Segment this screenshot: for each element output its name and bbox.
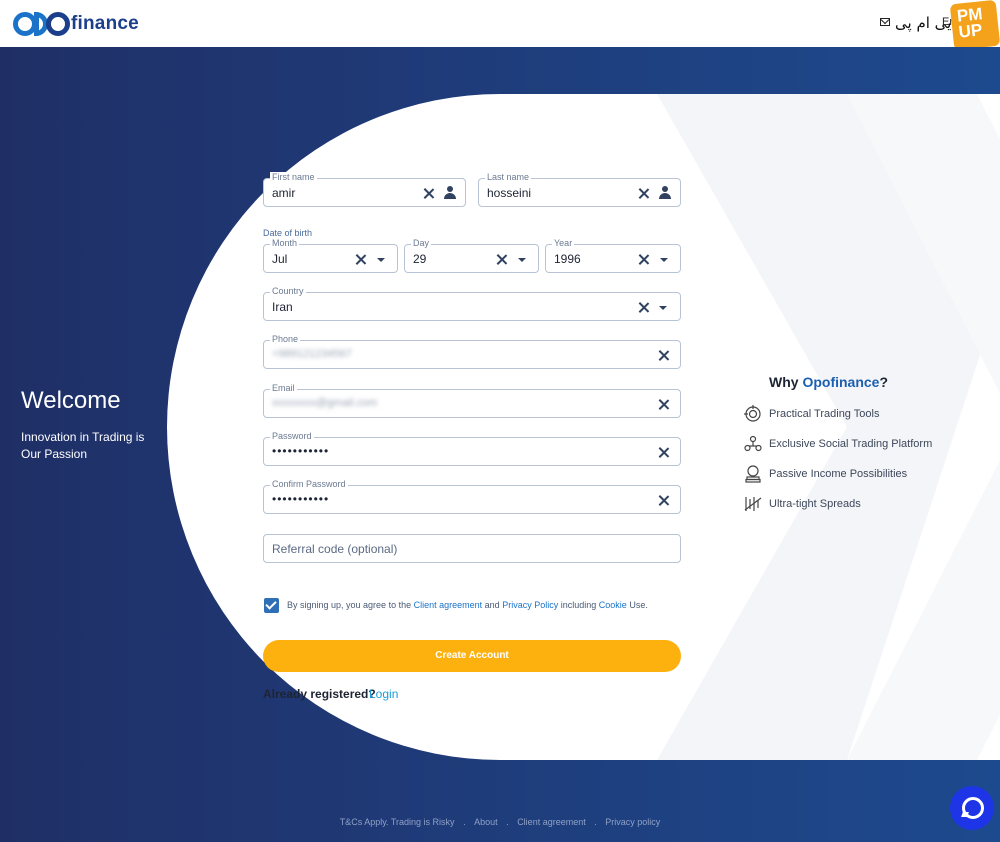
card-decoration [657, 94, 1000, 760]
target-tools-icon [744, 405, 761, 422]
footer-privacy-policy-link[interactable]: Privacy policy [605, 817, 660, 827]
first-name-label: First name [270, 172, 317, 183]
why-item-label: Practical Trading Tools [769, 408, 880, 420]
person-icon [659, 186, 671, 199]
phone-value: +989121234567 [272, 348, 352, 360]
why-item-label: Ultra-tight Spreads [769, 498, 861, 510]
email-field[interactable]: Email xxxxxxxx@gmail.com [263, 383, 681, 418]
why-title: Why Opofinance? [769, 374, 888, 390]
country-label: Country [270, 286, 306, 297]
email-value: xxxxxxxx@gmail.com [272, 397, 378, 409]
first-name-field[interactable]: First name amir [263, 172, 466, 207]
chevron-down-icon[interactable] [377, 258, 385, 262]
privacy-policy-link[interactable]: Privacy Policy [502, 600, 558, 610]
person-icon [444, 186, 456, 199]
last-name-label: Last name [485, 172, 532, 183]
year-select[interactable]: Year 1996 [545, 238, 681, 273]
why-title-brand: Opofinance [802, 374, 880, 390]
watermark-badge: PM UP [949, 0, 1000, 51]
day-label: Day [411, 238, 432, 249]
password-label: Password [270, 431, 314, 442]
day-select[interactable]: Day 29 [404, 238, 539, 273]
password-value: ••••••••••• [272, 444, 330, 458]
already-registered-text: Already registered? [263, 687, 376, 701]
welcome-title: Welcome [21, 387, 121, 414]
mail-icon[interactable] [880, 18, 890, 26]
why-item: Practical Trading Tools [744, 405, 879, 423]
password-field[interactable]: Password ••••••••••• [263, 431, 681, 466]
clear-icon[interactable] [658, 350, 669, 361]
why-item-label: Passive Income Possibilities [769, 468, 908, 480]
why-title-prefix: Why [769, 374, 799, 390]
clear-icon[interactable] [496, 254, 507, 265]
why-title-suffix: ? [879, 374, 889, 390]
year-value: 1996 [554, 252, 581, 266]
email-label: Email [270, 383, 297, 394]
referral-placeholder: Referral code (optional) [272, 542, 398, 556]
clear-icon[interactable] [658, 447, 669, 458]
logo-letter-o2-icon [46, 12, 70, 36]
why-item: Exclusive Social Trading Platform [744, 435, 932, 453]
month-label: Month [270, 238, 300, 249]
last-name-field[interactable]: Last name hosseini [478, 172, 681, 207]
cookie-link[interactable]: Cookie [599, 600, 627, 610]
month-value: Jul [272, 252, 288, 266]
clear-icon[interactable] [423, 188, 434, 199]
logo-text: finance [71, 13, 139, 34]
social-network-icon [744, 435, 762, 452]
agreement-text: By signing up, you agree to the Client a… [287, 600, 648, 610]
clear-icon[interactable] [638, 302, 649, 313]
clear-icon[interactable] [355, 254, 366, 265]
agreement-checkbox[interactable] [264, 598, 279, 613]
phone-field[interactable]: Phone +989121234567 [263, 334, 681, 369]
opofinance-logo[interactable]: finance [13, 9, 139, 39]
referral-code-field[interactable]: Referral code (optional) [263, 534, 681, 563]
why-item: Passive Income Possibilities [744, 465, 907, 483]
welcome-subtitle: Innovation in Trading is Our Passion [21, 430, 145, 461]
login-link[interactable]: Login [369, 687, 398, 701]
coin-stack-icon [745, 465, 761, 483]
chat-support-icon[interactable] [950, 786, 994, 830]
clear-icon[interactable] [658, 399, 669, 410]
clear-icon[interactable] [638, 254, 649, 265]
agreement-use: Use. [629, 600, 648, 610]
create-account-button[interactable]: Create Account [263, 640, 681, 672]
confirm-password-field[interactable]: Confirm Password ••••••••••• [263, 479, 681, 514]
footer-about-link[interactable]: About [474, 817, 498, 827]
agreement-prefix: By signing up, you agree to the [287, 600, 412, 610]
day-value: 29 [413, 252, 427, 266]
agreement-including: including [560, 600, 597, 610]
footer-client-agreement-link[interactable]: Client agreement [517, 817, 586, 827]
chevron-down-icon[interactable] [518, 258, 526, 262]
footer-separator: . [463, 817, 466, 827]
clear-icon[interactable] [638, 188, 649, 199]
spread-chart-icon [744, 497, 762, 511]
footer-separator: . [594, 817, 597, 827]
footer-links: T&Cs Apply. Trading is Risky . About . C… [0, 817, 1000, 827]
top-header: finance یی ام پی En PM UP [0, 0, 1000, 51]
confirm-password-label: Confirm Password [270, 479, 348, 490]
chevron-down-icon[interactable] [659, 306, 667, 310]
footer-tcs-link[interactable]: T&Cs Apply. Trading is Risky [340, 817, 455, 827]
year-label: Year [552, 238, 575, 249]
month-select[interactable]: Month Jul [263, 238, 398, 273]
logo-mark-icon [13, 12, 70, 36]
why-item: Ultra-tight Spreads [744, 495, 861, 513]
country-select[interactable]: Country Iran [263, 286, 681, 321]
chevron-down-icon[interactable] [660, 258, 668, 262]
client-agreement-link[interactable]: Client agreement [414, 600, 483, 610]
last-name-value: hosseini [487, 186, 532, 200]
clear-icon[interactable] [658, 495, 669, 506]
footer-separator: . [506, 817, 509, 827]
confirm-password-value: ••••••••••• [272, 492, 330, 506]
agreement-and: and [484, 600, 500, 610]
first-name-value: amir [272, 186, 296, 200]
why-item-label: Exclusive Social Trading Platform [769, 438, 933, 450]
phone-label: Phone [270, 334, 301, 345]
date-of-birth-label: Date of birth [263, 228, 313, 238]
country-value: Iran [272, 300, 293, 314]
